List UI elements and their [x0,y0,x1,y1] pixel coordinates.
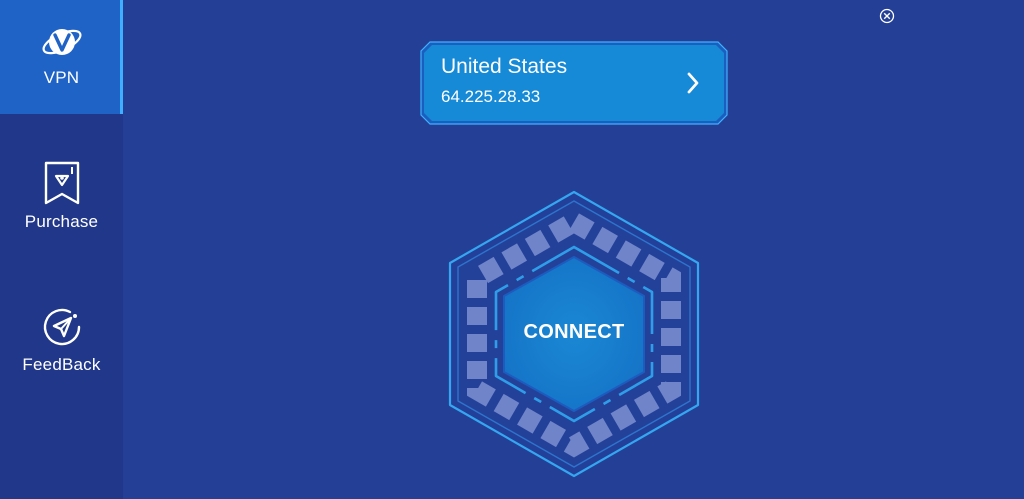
close-button[interactable] [879,8,895,24]
vpn-logo-icon [40,22,84,62]
sidebar-item-label: Purchase [24,212,99,231]
close-icon [879,8,895,28]
sidebar-item-label: VPN [43,68,80,87]
sidebar-item-feedback[interactable]: FeedBack [0,305,123,395]
location-ip: 64.225.28.33 [441,87,541,106]
sidebar-item-vpn[interactable]: VPN [0,0,123,114]
location-selector[interactable]: United States 64.225.28.33 [420,41,728,125]
sidebar-item-label: FeedBack [22,355,101,374]
location-country: United States [441,55,568,78]
bookmark-tag-icon [42,160,82,206]
paper-plane-icon [40,305,84,349]
connect-button[interactable]: CONNECT [445,189,703,479]
chevron-right-icon [686,71,700,100]
sidebar-item-purchase[interactable]: Purchase [0,160,123,250]
sidebar: VPN Purchase FeedBack [0,0,123,499]
connect-label: CONNECT [523,321,625,343]
